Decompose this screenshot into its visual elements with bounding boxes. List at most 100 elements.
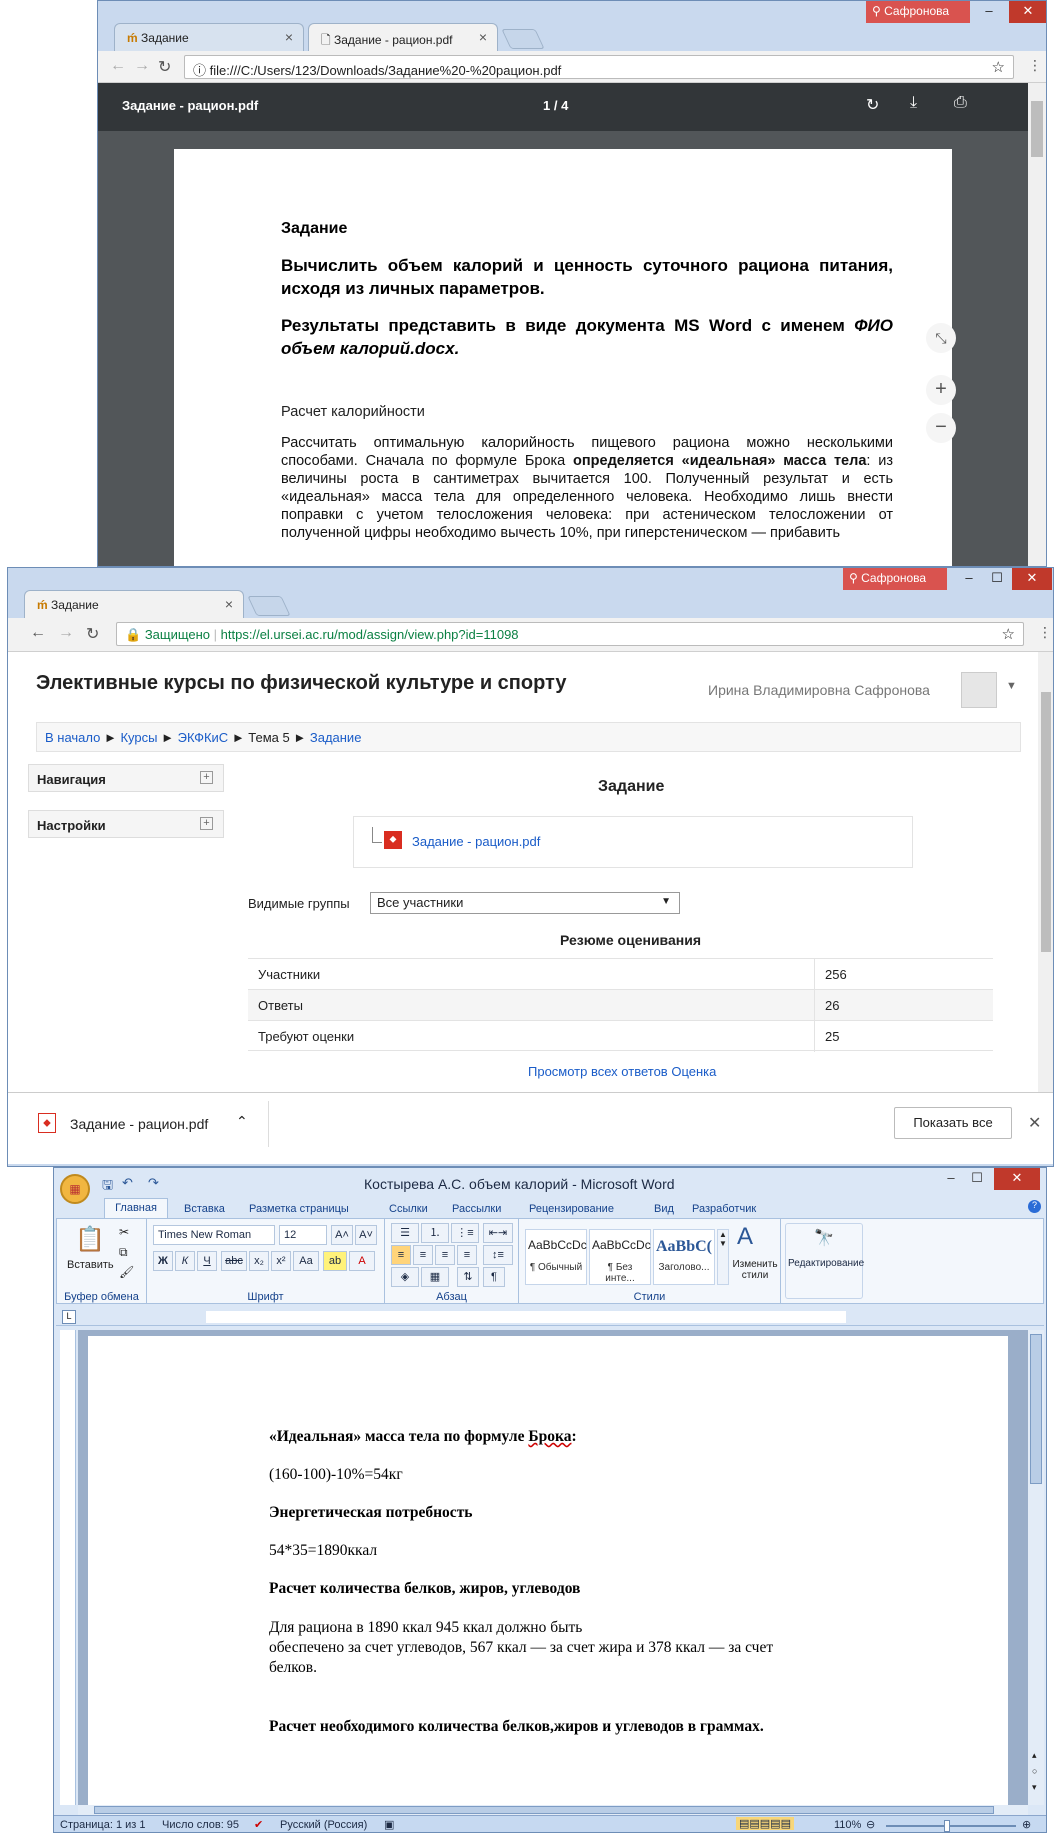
font-name-select[interactable]: Times New Roman <box>153 1225 275 1245</box>
breadcrumb-home[interactable]: В начало <box>45 730 100 745</box>
forward-arrow-icon[interactable]: → <box>58 624 74 642</box>
settings-block[interactable]: Настройки + <box>28 810 224 838</box>
style-normal[interactable]: AaBbCcDc ¶ Обычный <box>525 1229 587 1285</box>
shrink-font-button[interactable]: A˅ <box>355 1225 377 1245</box>
close-window-button[interactable]: ✕ <box>1009 1 1046 23</box>
ribbon-tab-mailings[interactable]: Рассылки <box>452 1203 501 1215</box>
groups-select[interactable]: Все участники ▼ <box>370 892 680 914</box>
scrollbar[interactable]: ▴ ○ ▾ <box>1028 1330 1044 1805</box>
strikethrough-button[interactable]: abc <box>221 1251 247 1271</box>
page-count[interactable]: Страница: 1 из 1 <box>60 1819 146 1831</box>
macro-icon[interactable]: ▣ <box>384 1818 394 1831</box>
tab-pdf[interactable]: 🗋 Задание - рацион.pdf × <box>308 23 498 51</box>
chevron-down-icon[interactable]: ▼ <box>1006 680 1017 692</box>
tab-zadanie[interactable]: ḿ Задание × <box>114 23 304 51</box>
numbering-button[interactable]: ⒈ <box>421 1223 449 1243</box>
line-spacing-button[interactable]: ↕≡ <box>483 1245 513 1265</box>
zoom-out-icon[interactable]: ⊖ <box>866 1818 875 1831</box>
underline-button[interactable]: Ч <box>197 1251 217 1271</box>
expand-icon[interactable]: + <box>200 817 213 830</box>
font-color-button[interactable]: A <box>349 1251 375 1271</box>
grow-font-button[interactable]: A˄ <box>331 1225 353 1245</box>
grade-link[interactable]: Оценка <box>671 1064 716 1079</box>
style-heading[interactable]: AaBbC( Заголово... <box>653 1229 715 1285</box>
close-window-button[interactable]: ✕ <box>1012 568 1052 590</box>
bookmark-star-icon[interactable]: ☆ <box>992 58 1005 76</box>
navigation-block[interactable]: Навигация + <box>28 764 224 792</box>
zoom-out-button[interactable]: − <box>926 413 956 443</box>
horizontal-scrollbar[interactable] <box>78 1805 1028 1815</box>
multilevel-list-button[interactable]: ⋮≡ <box>451 1223 479 1243</box>
scrollbar-thumb[interactable] <box>1031 101 1043 157</box>
next-page-icon[interactable]: ▾ <box>1032 1782 1037 1793</box>
align-right-button[interactable]: ≡ <box>435 1245 455 1265</box>
reload-icon[interactable]: ↻ <box>86 624 99 644</box>
help-icon[interactable]: ? <box>1028 1200 1041 1213</box>
address-bar[interactable]: 🔒 Защищено | https://el.ursei.ac.ru/mod/… <box>116 622 1024 646</box>
copy-icon[interactable]: ⧉ <box>119 1245 128 1260</box>
style-no-spacing[interactable]: AaBbCcDc ¶ Без инте... <box>589 1229 651 1285</box>
avatar[interactable] <box>961 672 997 708</box>
rotate-icon[interactable]: ↻ <box>866 95 879 115</box>
align-left-button[interactable]: ≡ <box>391 1245 411 1265</box>
bold-button[interactable]: Ж <box>153 1251 173 1271</box>
user-profile-badge[interactable]: ⚲ Сафронова <box>866 1 970 23</box>
breadcrumb-course[interactable]: ЭКФКиС <box>178 730 229 745</box>
borders-button[interactable]: ▦ <box>421 1267 449 1287</box>
zoom-level[interactable]: 110% <box>834 1819 861 1831</box>
change-styles-button[interactable]: Изменить стили <box>731 1259 779 1281</box>
horizontal-ruler[interactable]: L <box>56 1308 1044 1326</box>
chevron-up-icon[interactable]: ⌃ <box>236 1113 248 1130</box>
language[interactable]: Русский (Россия) <box>280 1819 367 1831</box>
maximize-button[interactable]: ☐ <box>960 1168 994 1190</box>
view-buttons[interactable]: ▤▤▤▤▤ <box>736 1817 794 1830</box>
document-page[interactable] <box>88 1336 1008 1811</box>
print-icon[interactable]: ⎙ <box>954 94 967 112</box>
close-tab-icon[interactable]: × <box>479 29 487 45</box>
vertical-ruler[interactable] <box>60 1330 76 1805</box>
doc-paragraph[interactable]: «Идеальная» масса тела по формуле Брока: <box>269 1428 577 1446</box>
forward-arrow-icon[interactable]: → <box>134 57 150 75</box>
superscript-button[interactable]: x² <box>271 1251 291 1271</box>
undo-icon[interactable]: ↶ <box>122 1175 133 1191</box>
align-center-button[interactable]: ≡ <box>413 1245 433 1265</box>
change-styles-icon[interactable]: A <box>737 1223 753 1251</box>
doc-paragraph[interactable]: Для рациона в 1890 ккал 945 ккал должно … <box>269 1618 773 1678</box>
download-icon[interactable]: ⤓ <box>910 94 917 112</box>
scrollbar-thumb[interactable] <box>1030 1334 1042 1484</box>
view-all-submissions-link[interactable]: Просмотр всех ответов <box>528 1064 668 1079</box>
font-size-select[interactable]: 12 <box>279 1225 327 1245</box>
zoom-slider-thumb[interactable] <box>944 1820 950 1832</box>
zoom-in-icon[interactable]: ⊕ <box>1022 1818 1031 1831</box>
ribbon-tab-view[interactable]: Вид <box>654 1203 674 1215</box>
ribbon-tab-review[interactable]: Рецензирование <box>529 1203 614 1215</box>
menu-icon[interactable]: ⋮ <box>1038 624 1052 641</box>
sort-button[interactable]: ⇅ <box>457 1267 479 1287</box>
paste-icon[interactable]: 📋 <box>75 1225 105 1254</box>
ribbon-tab-references[interactable]: Ссылки <box>389 1203 428 1215</box>
browse-object-icon[interactable]: ○ <box>1032 1766 1037 1776</box>
back-arrow-icon[interactable]: ← <box>30 624 46 642</box>
highlight-button[interactable]: ab <box>323 1251 347 1271</box>
doc-paragraph[interactable]: (160-100)-10%=54кг <box>269 1466 403 1484</box>
new-tab-button[interactable] <box>501 29 545 49</box>
reload-icon[interactable]: ↻ <box>158 57 171 77</box>
paste-button[interactable]: Вставить <box>67 1259 114 1271</box>
menu-icon[interactable]: ⋮ <box>1028 57 1042 74</box>
show-all-button[interactable]: Показать все <box>894 1107 1012 1139</box>
office-button[interactable]: ▦ <box>60 1174 90 1204</box>
scrollbar-thumb[interactable] <box>1041 692 1051 952</box>
breadcrumb-topic[interactable]: Тема 5 <box>248 730 289 745</box>
doc-paragraph[interactable]: Расчет необходимого количества белков,жи… <box>269 1718 764 1736</box>
ruler-button[interactable]: L <box>62 1310 76 1324</box>
expand-icon[interactable]: + <box>200 771 213 784</box>
close-icon[interactable]: ✕ <box>1028 1113 1041 1133</box>
user-full-name[interactable]: Ирина Владимировна Сафронова <box>708 682 930 698</box>
ribbon-tab-home[interactable]: Главная <box>104 1198 168 1218</box>
quick-save-icon[interactable]: 🖫 <box>102 1176 113 1198</box>
user-profile-badge[interactable]: ⚲ Сафронова <box>843 568 947 590</box>
redo-icon[interactable]: ↷ <box>148 1175 159 1191</box>
ribbon-tab-layout[interactable]: Разметка страницы <box>249 1203 349 1215</box>
close-window-button[interactable]: ✕ <box>994 1168 1040 1190</box>
back-arrow-icon[interactable]: ← <box>110 57 126 75</box>
